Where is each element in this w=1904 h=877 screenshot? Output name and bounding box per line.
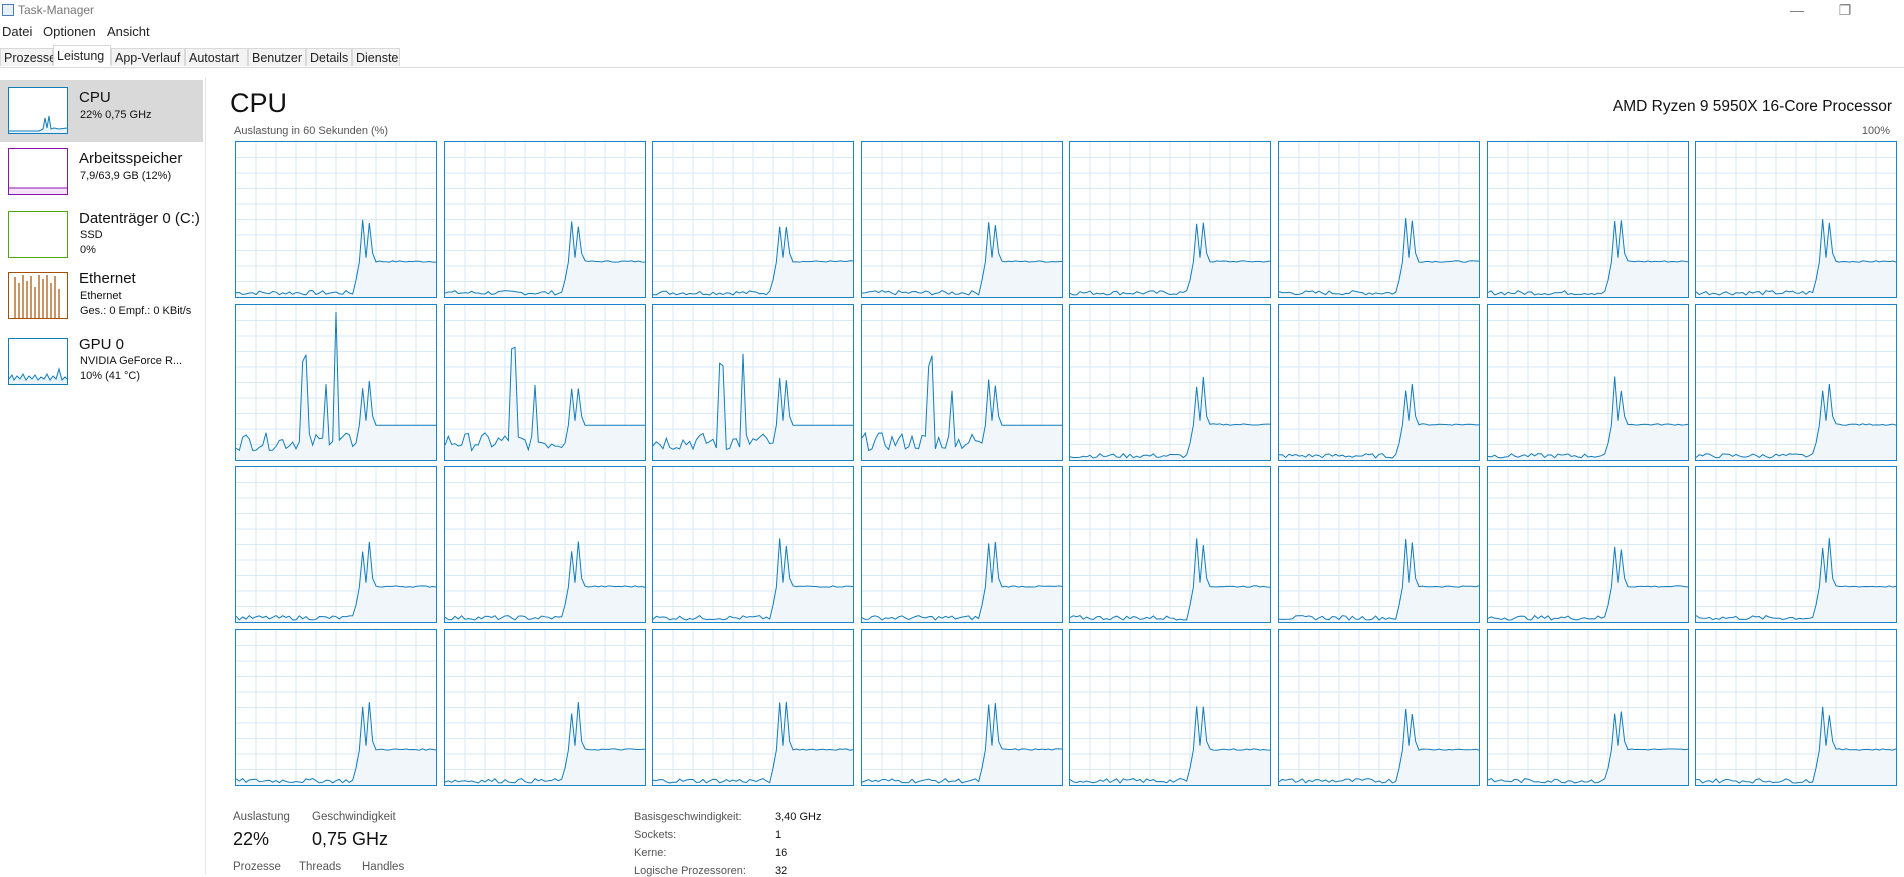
logical-processor-graph [860,303,1063,461]
cpu-thumbnail [8,87,68,134]
stat-handles-label: Handles [362,861,405,873]
logical-processor-graph [1486,629,1689,787]
stat-speed-label: Geschwindigkeit [312,811,396,823]
menu-ansicht[interactable]: Ansicht [107,24,150,39]
tab-app-verlauf[interactable]: App-Verlauf [111,48,185,66]
sidebar-item-detail-2: Ges.: 0 Empf.: 0 KBit/s [80,305,192,317]
stat-threads-label: Threads [299,861,342,873]
sidebar-item-detail: 7,9/63,9 GB (12%) [80,170,172,182]
gpu-thumbnail [8,338,68,385]
logical-processor-graph [443,303,646,461]
tab-bar: Prozesse Leistung App-Verlauf Autostart … [0,45,1904,68]
tab-leistung[interactable]: Leistung [53,45,111,66]
logical-processor-graph [860,141,1063,298]
logical-processor-graph [652,303,855,461]
logical-processor-graph [652,141,855,298]
sidebar-item-detail: SSD [80,229,103,241]
logical-processor-graph [1069,303,1272,461]
stat-speed-value: 0,75 GHz [312,829,389,849]
spec-cores-label: Kerne: [634,847,667,859]
logical-processor-graph [1069,141,1272,298]
sidebar-item-gpu[interactable]: GPU 0 NVIDIA GeForce R... 10% (41 °C) [0,335,203,397]
sidebar-item-detail: 22% 0,75 GHz [80,109,152,121]
sidebar-item-label: Datenträger 0 (C:) [79,210,200,227]
sidebar-item-label: Arbeitsspeicher [79,150,183,167]
cpu-detail-panel: CPU AMD Ryzen 9 5950X 16-Core Processor … [206,78,1904,877]
page-title: CPU [230,88,288,118]
logical-processor-graph [235,466,437,624]
spec-sockets-value: 1 [775,829,782,841]
menu-optionen[interactable]: Optionen [43,24,96,39]
tab-autostart[interactable]: Autostart [185,48,248,66]
logical-processor-graph [443,466,646,624]
spec-logical-processors-value: 32 [775,865,788,877]
logical-processor-graph [1486,466,1689,624]
logical-processor-graph [443,629,646,787]
logical-processor-graph [235,629,437,787]
stat-processes-label: Prozesse [233,861,281,873]
spec-logical-processors-label: Logische Prozessoren: [634,865,746,877]
title-bar: Task-Manager — ❐ [0,0,1904,22]
stat-utilization-value: 22% [233,829,270,849]
logical-processor-graph [1486,303,1689,461]
sidebar-item-memory[interactable]: Arbeitsspeicher 7,9/63,9 GB (12%) [0,141,203,203]
spec-base-speed-label: Basisgeschwindigkeit: [634,811,742,823]
tab-dienste[interactable]: Dienste [352,48,400,66]
logical-processor-graph [1695,466,1898,624]
sidebar-item-detail: Ethernet [80,290,122,302]
logical-processor-graph [1278,466,1480,624]
menu-datei[interactable]: Datei [2,24,32,39]
restore-button[interactable]: ❐ [1822,0,1868,22]
cpu-model-name: AMD Ryzen 9 5950X 16-Core Processor [1612,98,1892,115]
logical-processor-graph [860,466,1063,624]
logical-processor-graph [1278,303,1480,461]
tab-prozesse[interactable]: Prozesse [0,48,56,66]
window-title: Task-Manager [18,3,95,17]
logical-processor-graph [443,141,646,298]
graph-caption: Auslastung in 60 Sekunden (%) [234,125,389,137]
disk-thumbnail [8,211,68,258]
logical-processor-graph [652,629,855,787]
tab-benutzer[interactable]: Benutzer [248,48,306,66]
logical-processor-graphs[interactable] [235,141,1898,787]
graph-max-label: 100% [1861,125,1890,137]
logical-processor-graph [1486,141,1689,298]
sidebar-item-label: Ethernet [79,270,136,287]
tab-details[interactable]: Details [306,48,352,66]
sidebar-item-detail-2: 10% (41 °C) [80,370,141,382]
sidebar-item-label: CPU [79,89,111,106]
logical-processor-graph [1695,629,1898,787]
resource-sidebar: CPU 22% 0,75 GHz Arbeitsspeicher 7,9/63,… [0,78,206,874]
memory-thumbnail [8,148,68,195]
spec-base-speed-value: 3,40 GHz [775,811,822,823]
logical-processor-graph [1069,466,1272,624]
logical-processor-graph [652,466,855,624]
sidebar-item-ethernet[interactable]: Ethernet Ethernet Ges.: 0 Empf.: 0 KBit/… [0,270,203,332]
logical-processor-graph [235,141,437,298]
logical-processor-graph [235,303,437,461]
sidebar-item-cpu[interactable]: CPU 22% 0,75 GHz [0,80,203,142]
ethernet-thumbnail [8,272,68,319]
task-manager-icon [2,4,14,16]
sidebar-item-detail-2: 0% [80,244,96,256]
logical-processor-graph [1069,629,1272,787]
sidebar-item-disk[interactable]: Datenträger 0 (C:) SSD 0% [0,204,203,266]
minimize-button[interactable]: — [1774,0,1820,22]
spec-cores-value: 16 [775,847,788,859]
logical-processor-graph [1278,629,1480,787]
logical-processor-graph [1695,141,1898,298]
stat-utilization-label: Auslastung [233,811,290,823]
sidebar-item-detail: NVIDIA GeForce R... [80,355,183,367]
spec-sockets-label: Sockets: [634,829,677,841]
logical-processor-graph [1695,303,1898,461]
sidebar-item-label: GPU 0 [79,336,125,353]
logical-processor-graph [860,629,1063,787]
logical-processor-graph [1278,141,1480,298]
